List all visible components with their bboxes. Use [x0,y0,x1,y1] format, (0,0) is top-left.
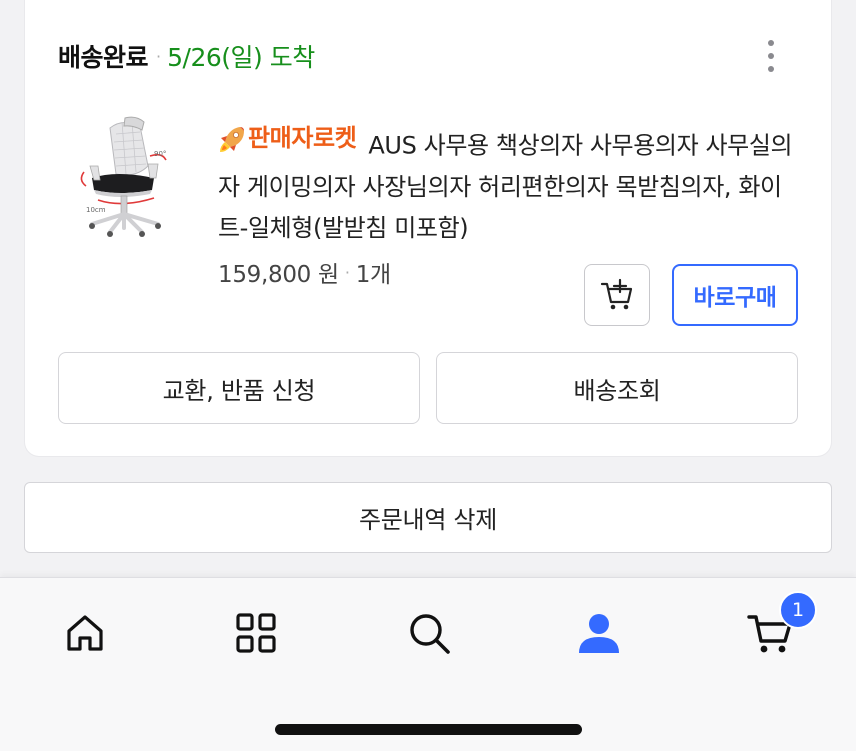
price-row: 159,800 원 · 1개 [218,255,391,289]
add-to-cart-button[interactable] [584,264,650,326]
price-separator: · [344,262,350,282]
delivery-status: 배송완료 [58,43,149,72]
delivery-tracking-button[interactable]: 배송조회 [436,352,798,424]
order-card: 배송완료 · 5/26(일) 도착 90° 10cm 판매자로켓 AUS 사무용… [25,0,831,456]
home-icon [67,615,103,651]
cart-count-badge: 1 [779,591,817,629]
product-image[interactable]: 90° 10cm [70,116,180,246]
product-quantity: 1개 [355,262,392,288]
status-separator: · [156,46,162,66]
cart-add-icon [600,278,633,310]
bottom-tab-bar: 1 [0,577,856,751]
chair-angle-label: 90° [154,150,166,158]
exchange-return-button[interactable]: 교환, 반품 신청 [58,352,420,424]
office-chair-image: 90° 10cm [80,116,167,237]
tab-search[interactable] [402,606,456,660]
arrival-date: 5/26(일) 도착 [167,43,315,72]
home-indicator[interactable] [275,724,582,735]
product-title[interactable]: 판매자로켓 AUS 사무용 책상의자 사무용의자 사무실의자 게이밍의자 사장님… [218,118,808,249]
product-price: 159,800 원 [218,262,339,288]
user-icon [579,614,619,653]
more-vertical-icon[interactable] [761,38,781,74]
grid-icon [236,613,276,653]
tab-home[interactable] [58,606,112,660]
tab-category[interactable] [229,606,283,660]
delivery-status-row: 배송완료 · 5/26(일) 도착 [58,36,315,76]
buy-now-button[interactable]: 바로구매 [672,264,798,326]
tab-my[interactable] [572,606,626,660]
delete-order-button[interactable]: 주문내역 삭제 [24,482,832,553]
rocket-badge-label: 판매자로켓 [248,124,357,152]
search-icon [410,614,450,654]
chair-height-label: 10cm [86,206,106,214]
seller-rocket-badge: 판매자로켓 [218,118,357,159]
rocket-icon [220,126,244,152]
